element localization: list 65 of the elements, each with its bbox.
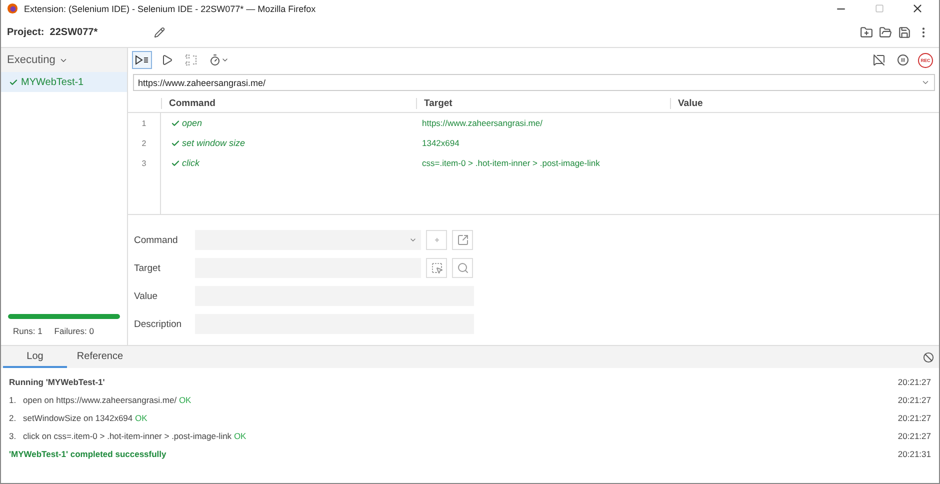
search-icon [456,262,468,274]
log-tab[interactable]: Log [3,346,67,368]
external-link-icon [456,234,468,246]
log-message: click on css=.item-0 > .hot-item-inner > .post-image-link OK [23,431,248,441]
column-header: Command [161,98,416,109]
caret-icon [409,236,417,244]
project-title: Project: 22SW077* [7,26,99,38]
runs-count: Runs: 1 [13,326,42,336]
log-time: 20:21:31 [898,449,931,459]
field-label: Description [134,318,183,330]
play-icon [161,54,173,66]
log-message: open on https://www.zaheersangrasi.me/ OK [23,395,192,405]
command-cell: click [161,158,416,168]
log-message: 'MYWebTest-1' completed successfully [9,449,168,459]
log-time: 20:21:27 [898,395,931,405]
log-time: 20:21:27 [898,377,931,387]
maximize-icon [874,4,884,13]
run-all-icon [135,55,149,65]
caret-icon [221,56,229,64]
row-number: 2 [140,138,148,150]
window-title: Extension: (Selenium IDE) - Selenium IDE - 22SW077* — Mozilla Firefox [24,4,316,14]
target-cell-text: 1342x694 [421,138,460,148]
step-number: 2. [9,413,18,423]
column-header: Target [416,98,670,109]
step-icon [185,54,197,66]
save-icon [898,26,911,38]
input-field[interactable] [195,230,421,250]
log-message: Running 'MYWebTest-1' [9,377,106,387]
log-time: 20:21:27 [898,413,931,423]
pointer-icon [430,262,442,274]
clear-icon [923,352,934,362]
target-cell-text: https://www.zaheersangrasi.me/ [421,118,544,128]
log-message: setWindowSize on 1342x694 OK [23,413,148,423]
field-label: Command [134,234,179,246]
column-header: Value [670,98,939,109]
command-cell: set window size [161,138,416,148]
folder-plus-icon [860,26,873,38]
url-field[interactable]: https://www.zaheersangrasi.me/ [133,74,935,91]
step-number: 3. [9,431,18,441]
caret-icon [921,78,930,87]
target-cell-text: css=.item-0 > .hot-item-inner > .post-image-link [421,158,601,168]
suite-dropdown[interactable]: Executing [1,48,127,72]
row-number: 1 [140,118,148,130]
test-item[interactable]: MYWebTest-1 [1,72,127,92]
timer-icon [209,54,221,66]
toggle-comment-button[interactable] [426,230,447,250]
step-number: 1. [9,395,18,405]
log-time: 20:21:27 [898,431,931,441]
command-cell: open [161,118,416,128]
pencil-icon [154,26,165,38]
close-icon [910,2,924,15]
browser-logo-icon [7,3,18,14]
pause-icon [897,54,909,66]
plus-icon [434,237,440,243]
select-element-button[interactable] [426,258,447,278]
log-tab[interactable]: Reference [67,346,133,368]
open-reference-button[interactable] [452,230,473,250]
folder-icon [879,26,892,38]
search-button[interactable] [452,258,473,278]
field-label: Value [134,290,159,302]
run-all-button[interactable] [132,51,152,69]
field-label: Target [134,262,162,274]
failures-count: Failures: 0 [54,326,94,336]
crossed-comment-icon [873,54,885,66]
row-number: 3 [140,158,148,170]
